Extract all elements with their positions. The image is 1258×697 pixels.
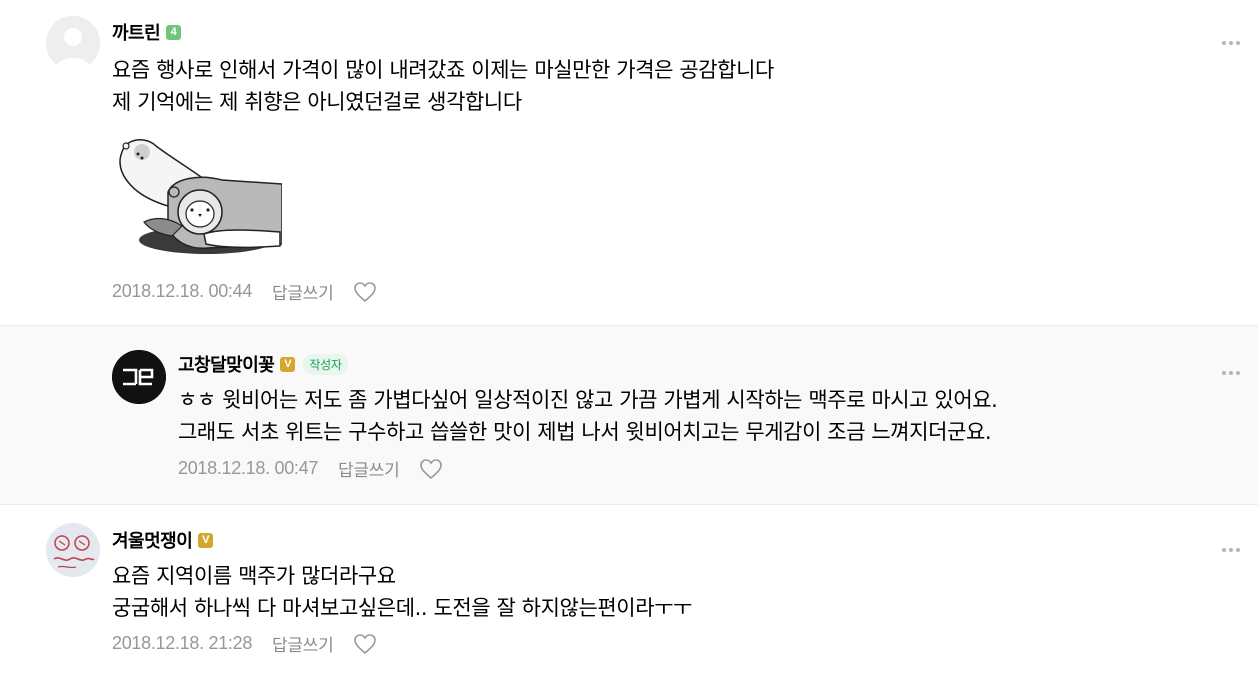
reply-button[interactable]: 답글쓰기 xyxy=(272,279,334,304)
avatar[interactable] xyxy=(46,16,100,70)
more-options-icon[interactable] xyxy=(1222,360,1244,375)
comment-item: 까트린 4 요즘 행사로 인해서 가격이 많이 내려갔죠 이제는 마실만한 가격… xyxy=(0,0,1258,325)
comment-date: 2018.12.18. 21:28 xyxy=(112,633,253,653)
heart-icon[interactable] xyxy=(353,281,377,303)
more-options-icon[interactable] xyxy=(1222,537,1244,552)
comment-text: ㅎㅎ 윗비어는 저도 좀 가볍다싶어 일상적이진 않고 가끔 가볍게 시작하는 … xyxy=(178,384,998,448)
nickname[interactable]: 고창달맞이꽃 xyxy=(178,351,275,377)
more-options-icon[interactable] xyxy=(1222,30,1244,45)
comment-item: 겨울멋쟁이 V 요즘 지역이름 맥주가 많더라구요 궁굼해서 하나씩 다 마셔보… xyxy=(0,503,1258,697)
heart-icon[interactable] xyxy=(353,633,377,655)
blog-logo-icon xyxy=(112,350,166,404)
comment-text: 요즘 지역이름 맥주가 많더라구요 궁굼해서 하나씩 다 마셔보고싶은데.. 도… xyxy=(112,560,692,624)
reply-button[interactable]: 답글쓰기 xyxy=(338,456,400,481)
comment-date: 2018.12.18. 00:47 xyxy=(178,458,319,478)
sleeping-bear-sticker xyxy=(112,132,283,264)
comment-line: 요즘 지역이름 맥주가 많더라구요 xyxy=(112,564,396,588)
reply-comment-item: 고창달맞이꽃 V 작성자 ㅎㅎ 윗비어는 저도 좀 가볍다싶어 일상적이진 않고… xyxy=(0,325,1258,505)
default-user-icon xyxy=(46,16,100,70)
comment-line: 제 기억에는 제 취향은 아니였던걸로 생각합니다 xyxy=(112,90,522,114)
comment-date: 2018.12.18. 00:44 xyxy=(112,281,253,301)
verified-badge-icon: V xyxy=(198,532,214,548)
author-tag: 작성자 xyxy=(303,353,348,375)
comment-text: 요즘 행사로 인해서 가격이 많이 내려갔죠 이제는 마실만한 가격은 공감합니… xyxy=(112,54,774,118)
comment-line: 요즘 행사로 인해서 가격이 많이 내려갔죠 이제는 마실만한 가격은 공감합니… xyxy=(112,58,774,82)
nickname[interactable]: 겨울멋쟁이 xyxy=(112,527,193,553)
verified-badge-icon: V xyxy=(280,356,296,372)
doodle-face-icon xyxy=(46,523,100,577)
level-badge-icon: 4 xyxy=(166,24,182,40)
comment-line: 그래도 서초 위트는 구수하고 씁쓸한 맛이 제법 나서 윗비어치고는 무게감이… xyxy=(178,420,992,444)
heart-icon[interactable] xyxy=(419,458,443,480)
comment-line: 궁굼해서 하나씩 다 마셔보고싶은데.. 도전을 잘 하지않는편이라ㅜㅜ xyxy=(112,596,692,620)
avatar[interactable] xyxy=(46,523,100,577)
reply-button[interactable]: 답글쓰기 xyxy=(272,631,334,656)
comment-line: ㅎㅎ 윗비어는 저도 좀 가볍다싶어 일상적이진 않고 가끔 가볍게 시작하는 … xyxy=(178,388,998,412)
avatar[interactable] xyxy=(112,350,166,404)
nickname[interactable]: 까트린 xyxy=(112,19,161,45)
